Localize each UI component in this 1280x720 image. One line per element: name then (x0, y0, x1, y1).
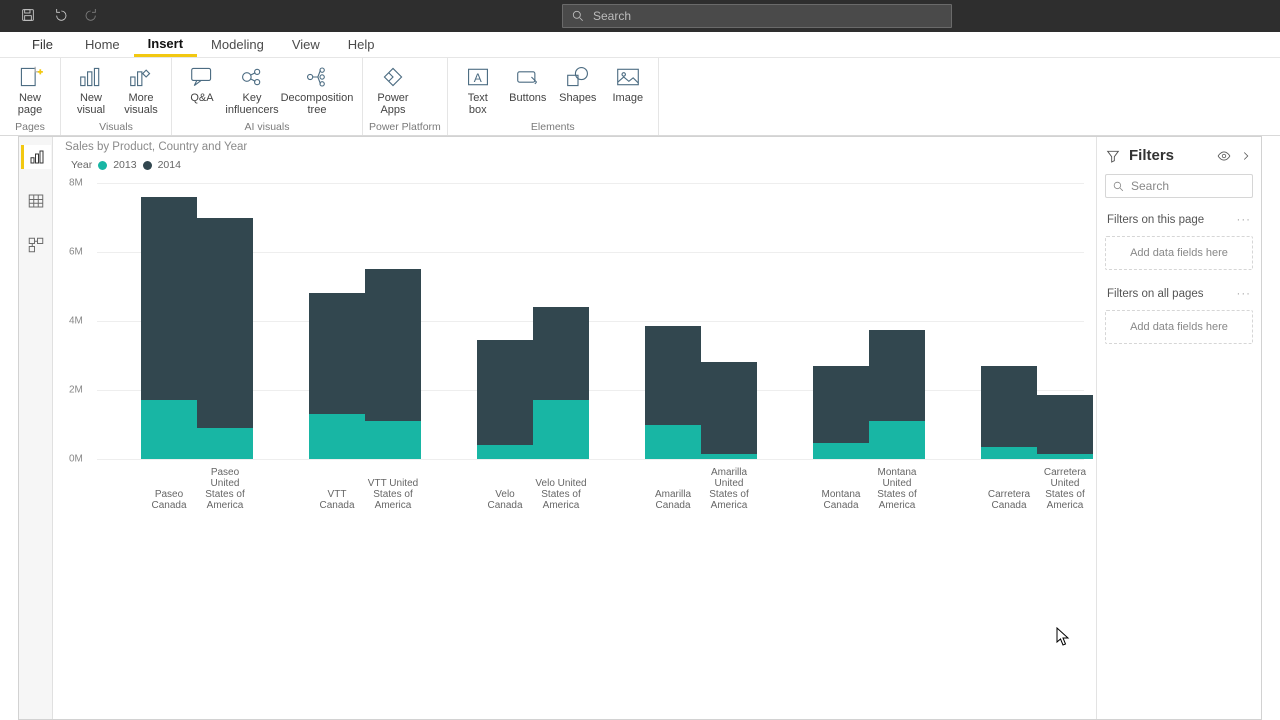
tab-insert[interactable]: Insert (134, 32, 197, 57)
report-view-button[interactable] (21, 145, 51, 169)
tab-home[interactable]: Home (71, 32, 134, 57)
search-icon (571, 9, 585, 23)
mouse-cursor (1056, 627, 1070, 647)
undo-icon[interactable] (52, 7, 68, 26)
tab-help[interactable]: Help (334, 32, 389, 57)
group-label-elements: Elements (454, 121, 652, 135)
bar[interactable] (365, 269, 421, 459)
tab-view[interactable]: View (278, 32, 334, 57)
x-tick-label: Amarilla United States of America (701, 467, 757, 511)
group-label-ai: AI visuals (178, 121, 356, 135)
shapes-button[interactable]: Shapes (554, 60, 602, 104)
buttons-button[interactable]: Buttons (504, 60, 552, 104)
x-tick-label: Carretera United States of America (1037, 467, 1093, 511)
chevron-right-icon[interactable] (1239, 149, 1253, 163)
bar[interactable] (981, 366, 1037, 459)
chart-visual[interactable]: Sales by Product, Country and Year Year … (63, 141, 1090, 511)
more-visuals-button[interactable]: More visuals (117, 60, 165, 116)
x-tick-label: Velo United States of America (533, 478, 589, 511)
bar[interactable] (197, 218, 253, 460)
x-tick-label: Montana Canada (813, 489, 869, 511)
legend-swatch-2013 (98, 161, 107, 170)
group-label-pp: Power Platform (369, 121, 441, 135)
tab-file[interactable]: File (18, 32, 71, 57)
new-visual-button[interactable]: New visual (67, 60, 115, 116)
key-influencers-button[interactable]: Key influencers (228, 60, 276, 116)
decomposition-tree-button[interactable]: Decomposition tree (278, 60, 356, 116)
filters-title: Filters (1129, 147, 1174, 164)
qa-button[interactable]: Q&A (178, 60, 226, 104)
redo-icon[interactable] (84, 7, 100, 26)
filters-search[interactable]: Search (1105, 174, 1253, 198)
group-label-visuals: Visuals (67, 121, 165, 135)
bar[interactable] (1037, 395, 1093, 459)
x-tick-label: Montana United States of America (869, 467, 925, 511)
legend-label-2014: 2014 (158, 159, 181, 171)
bar[interactable] (533, 307, 589, 459)
filters-allpages-section: Filters on all pages··· (1097, 282, 1261, 306)
y-tick-label: 0M (69, 454, 83, 465)
text-box-button[interactable]: A Text box (454, 60, 502, 116)
x-tick-label: Carretera Canada (981, 489, 1037, 511)
save-icon[interactable] (20, 7, 36, 26)
bar[interactable] (701, 362, 757, 459)
x-tick-label: VTT Canada (309, 489, 365, 511)
filter-icon (1105, 148, 1121, 164)
filters-page-section: Filters on this page··· (1097, 208, 1261, 232)
view-rail (19, 137, 53, 719)
x-tick-label: Velo Canada (477, 489, 533, 511)
ribbon-tabs: File Home Insert Modeling View Help (0, 32, 1280, 58)
group-label-pages: Pages (6, 121, 54, 135)
chart-title: Sales by Product, Country and Year (63, 141, 1090, 153)
x-tick-label: Paseo Canada (141, 489, 197, 511)
filters-allpages-dropzone[interactable]: Add data fields here (1105, 310, 1253, 344)
chart-legend: Year 2013 2014 (63, 153, 1090, 173)
y-tick-label: 2M (69, 385, 83, 396)
bar[interactable] (309, 293, 365, 459)
image-button[interactable]: Image (604, 60, 652, 104)
body: Sales by Product, Country and Year Year … (18, 136, 1262, 720)
svg-text:A: A (473, 71, 481, 85)
global-search[interactable]: Search (562, 4, 952, 28)
legend-label-2013: 2013 (113, 159, 136, 171)
x-tick-label: Amarilla Canada (645, 489, 701, 511)
bar[interactable] (141, 197, 197, 459)
model-view-button[interactable] (21, 233, 51, 257)
power-apps-button[interactable]: Power Apps (369, 60, 417, 116)
x-tick-label: Paseo United States of America (197, 467, 253, 511)
chart-plot-area: 0M2M4M6M8MPaseo CanadaPaseo United State… (97, 183, 1084, 459)
bar[interactable] (477, 340, 533, 459)
bar[interactable] (813, 366, 869, 459)
filters-page-dropzone[interactable]: Add data fields here (1105, 236, 1253, 270)
y-tick-label: 8M (69, 178, 83, 189)
legend-swatch-2014 (143, 161, 152, 170)
search-placeholder: Search (593, 9, 631, 23)
bar[interactable] (869, 330, 925, 459)
new-page-button[interactable]: New page (6, 60, 54, 116)
x-tick-label: VTT United States of America (365, 478, 421, 511)
eye-icon[interactable] (1217, 149, 1231, 163)
y-tick-label: 6M (69, 247, 83, 258)
data-view-button[interactable] (21, 189, 51, 213)
tab-modeling[interactable]: Modeling (197, 32, 278, 57)
y-tick-label: 4M (69, 316, 83, 327)
report-canvas[interactable]: Sales by Product, Country and Year Year … (53, 137, 1096, 719)
ribbon: New page Pages New visual More visuals V… (0, 58, 1280, 136)
search-icon (1112, 180, 1125, 193)
filters-pane: Filters Search Filters on this page··· A… (1096, 137, 1261, 719)
title-bar: Untitled - Power BI Desktop Search (0, 0, 1280, 32)
bar[interactable] (645, 326, 701, 459)
